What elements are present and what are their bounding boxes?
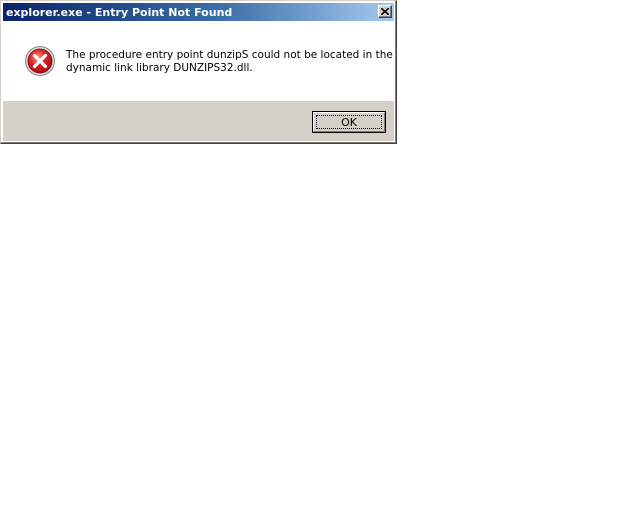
dialog-title: explorer.exe - Entry Point Not Found [6,5,233,19]
dialog-footer: OK [3,101,394,141]
error-message-line-2: dynamic link library DUNZIPS32.dll. [66,62,253,74]
error-message: The procedure entry point dunzipS could … [66,49,393,75]
title-bar[interactable]: explorer.exe - Entry Point Not Found [3,3,394,21]
dialog-body: The procedure entry point dunzipS could … [3,21,394,101]
close-icon [381,8,389,15]
close-button[interactable] [378,5,392,18]
error-message-line-1: The procedure entry point dunzipS could … [66,49,393,61]
ok-button[interactable]: OK [312,111,386,133]
error-icon [25,46,55,76]
ok-button-label: OK [341,115,357,129]
error-dialog: explorer.exe - Entry Point Not Found The… [0,0,397,144]
